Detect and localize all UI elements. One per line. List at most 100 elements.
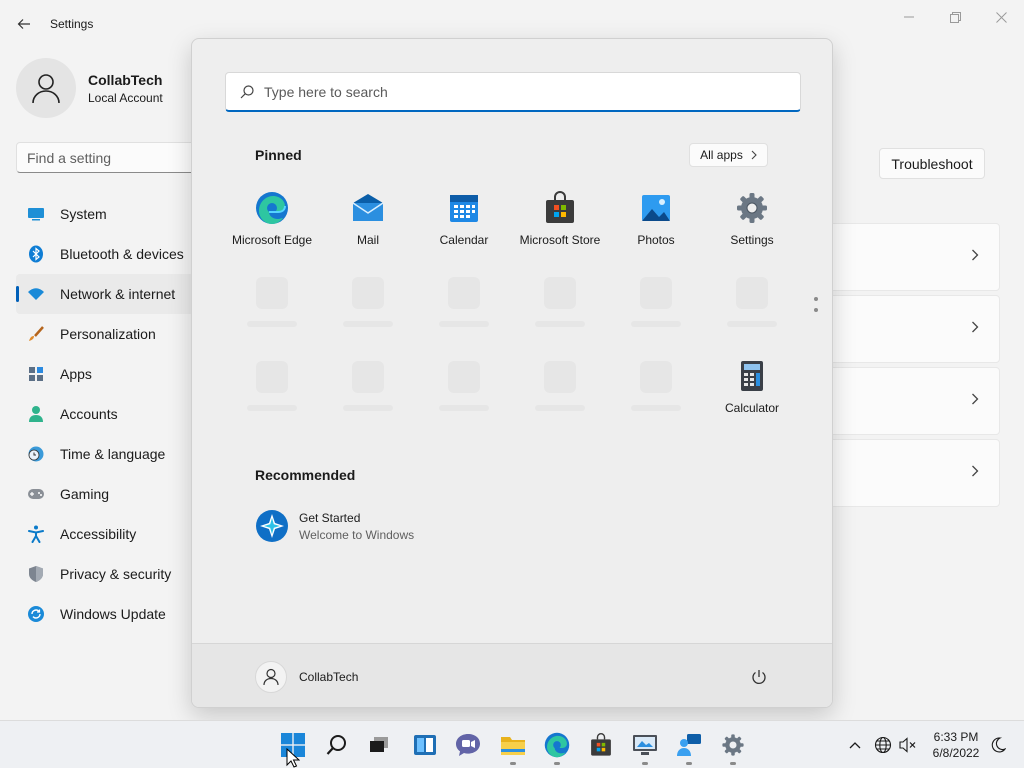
sidebar-item-windows-update[interactable]: Windows Update <box>16 594 196 634</box>
sidebar-item-apps[interactable]: Apps <box>16 354 196 394</box>
app-label: Microsoft Edge <box>231 233 313 247</box>
edge-icon <box>544 732 570 758</box>
feedback-hub-button[interactable] <box>674 730 704 765</box>
settings-card[interactable] <box>820 367 1000 435</box>
close-icon <box>995 11 1007 23</box>
sidebar-item-privacy[interactable]: Privacy & security <box>16 554 196 594</box>
brush-icon <box>26 324 46 344</box>
pinned-app-placeholder <box>704 275 800 345</box>
chevron-right-icon <box>972 393 979 405</box>
sidebar-item-time-language[interactable]: Time & language <box>16 434 196 474</box>
recommended-subtitle: Welcome to Windows <box>299 527 415 542</box>
settings-card[interactable] <box>820 223 1000 291</box>
pinned-app-edge[interactable]: Microsoft Edge <box>224 189 320 259</box>
volume-tray-button[interactable] <box>898 735 918 755</box>
photos-icon <box>642 195 670 221</box>
settings-card[interactable] <box>820 295 1000 363</box>
back-arrow-icon <box>17 19 30 29</box>
pinned-app-placeholder <box>416 359 512 429</box>
file-explorer-button[interactable] <box>498 730 528 765</box>
search-icon <box>240 84 254 98</box>
settings-taskbar-button[interactable] <box>718 730 748 765</box>
mouse-cursor-icon <box>286 748 300 768</box>
calendar-icon <box>450 195 478 222</box>
remote-desktop-icon <box>633 735 657 755</box>
chevron-right-icon <box>972 465 979 477</box>
troubleshoot-button[interactable]: Troubleshoot <box>879 148 985 179</box>
moon-icon <box>991 737 1006 753</box>
back-button[interactable] <box>12 12 36 36</box>
settings-card[interactable] <box>820 439 1000 507</box>
sidebar-item-network[interactable]: Network & internet <box>16 274 196 314</box>
feedback-hub-icon <box>677 734 701 756</box>
power-icon <box>752 670 766 684</box>
edge-taskbar-button[interactable] <box>542 730 572 765</box>
sidebar-item-system[interactable]: System <box>16 194 196 234</box>
pinned-app-placeholder <box>224 359 320 429</box>
sidebar-item-accessibility[interactable]: Accessibility <box>16 514 196 554</box>
remote-desktop-button[interactable] <box>630 730 660 765</box>
account-type: Local Account <box>88 90 163 105</box>
settings-gear-icon <box>722 734 744 756</box>
taskbar-clock[interactable]: 6:33 PM 6/8/2022 <box>926 729 986 761</box>
start-search-input[interactable]: Type here to search <box>225 72 801 112</box>
chat-button[interactable] <box>453 730 483 760</box>
settings-gear-icon <box>737 193 767 223</box>
sidebar-item-gaming[interactable]: Gaming <box>16 474 196 514</box>
pinned-app-photos[interactable]: Photos <box>608 189 704 259</box>
pinned-app-placeholder <box>320 275 416 345</box>
clock-globe-icon <box>26 444 46 464</box>
mail-icon <box>352 194 384 221</box>
pinned-app-placeholder <box>608 359 704 429</box>
maximize-button[interactable] <box>932 6 978 28</box>
file-explorer-icon <box>501 737 525 755</box>
taskbar-search-button[interactable] <box>322 730 352 760</box>
sidebar-item-bluetooth[interactable]: Bluetooth & devices <box>16 234 196 274</box>
sidebar-item-label: Windows Update <box>60 606 166 622</box>
power-button[interactable] <box>748 666 770 688</box>
pinned-title: Pinned <box>255 147 302 163</box>
network-tray-button[interactable] <box>873 735 893 755</box>
pinned-app-placeholder <box>416 275 512 345</box>
search-placeholder: Type here to search <box>264 83 388 100</box>
show-hidden-icons-button[interactable] <box>845 735 865 755</box>
clock-date: 6/8/2022 <box>932 746 980 760</box>
minimize-button[interactable] <box>886 6 932 28</box>
all-apps-label: All apps <box>700 148 743 162</box>
avatar <box>255 661 287 693</box>
chevron-right-icon <box>751 150 757 160</box>
sidebar-item-personalization[interactable]: Personalization <box>16 314 196 354</box>
focus-assist-button[interactable] <box>988 735 1008 755</box>
sidebar-item-label: Accessibility <box>60 526 137 542</box>
pinned-app-store[interactable]: Microsoft Store <box>512 189 608 259</box>
sidebar-item-accounts[interactable]: Accounts <box>16 394 196 434</box>
all-apps-button[interactable]: All apps <box>689 143 768 167</box>
bluetooth-icon <box>26 244 46 264</box>
person-icon <box>26 404 46 424</box>
pinned-app-settings[interactable]: Settings <box>704 189 800 259</box>
pinned-app-calculator[interactable]: Calculator <box>704 357 800 427</box>
sidebar-item-label: Network & internet <box>60 286 176 302</box>
user-account-button[interactable]: CollabTech <box>255 660 358 694</box>
taskbar: 6:33 PM 6/8/2022 <box>0 720 1024 768</box>
recommended-item[interactable]: Get Started Welcome to Windows <box>255 509 414 543</box>
sidebar-item-label: System <box>60 206 107 222</box>
calculator-icon <box>741 361 763 391</box>
pinned-app-calendar[interactable]: Calendar <box>416 189 512 259</box>
person-icon <box>263 668 279 686</box>
task-view-button[interactable] <box>364 730 394 760</box>
widgets-button[interactable] <box>410 730 440 760</box>
sidebar-item-label: Bluetooth & devices <box>60 246 184 262</box>
pinned-app-placeholder <box>512 275 608 345</box>
sidebar-item-label: Apps <box>60 366 92 382</box>
pinned-app-mail[interactable]: Mail <box>320 189 416 259</box>
app-label: Calendar <box>439 233 489 247</box>
sidebar-item-label: Personalization <box>60 326 156 342</box>
page-indicator[interactable] <box>814 297 818 319</box>
apps-icon <box>26 364 46 384</box>
close-button[interactable] <box>978 6 1024 28</box>
store-taskbar-button[interactable] <box>586 730 616 760</box>
user-profile[interactable]: CollabTech Local Account <box>16 58 163 118</box>
widgets-icon <box>414 735 436 755</box>
app-label: Photos <box>637 233 675 247</box>
